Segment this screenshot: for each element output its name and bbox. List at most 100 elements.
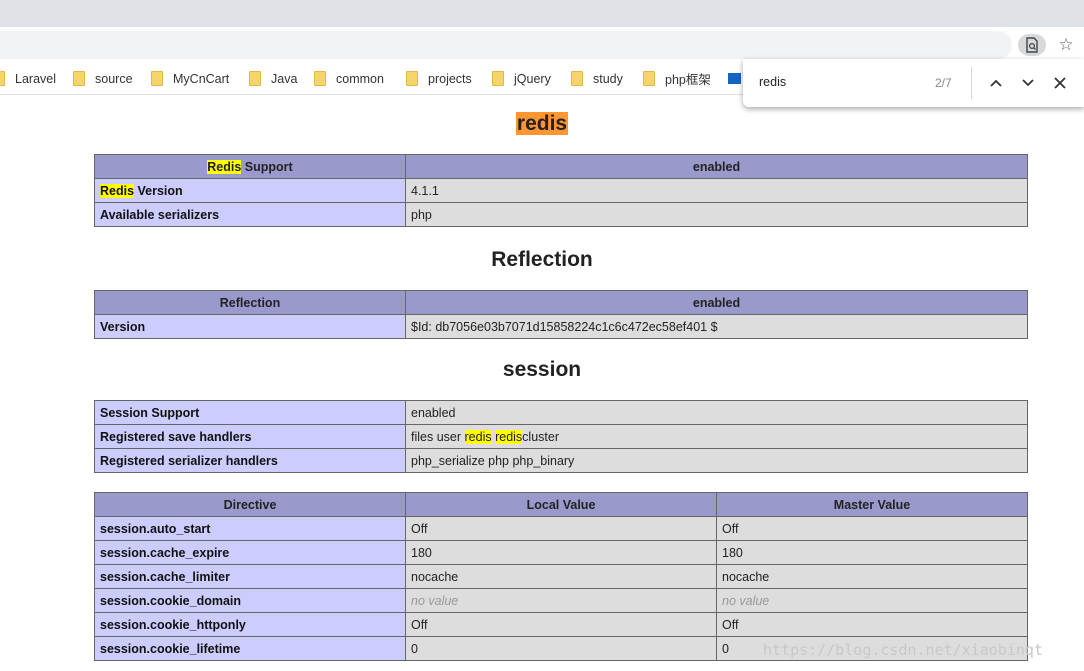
site-icon: [728, 73, 741, 84]
local-value: no value: [405, 588, 717, 613]
master-value: no value: [716, 588, 1028, 613]
value-text: files user: [411, 429, 465, 444]
row-value: enabled: [405, 400, 1028, 425]
row-label: Registered save handlers: [94, 424, 406, 449]
close-icon: [1054, 77, 1066, 89]
master-value: 180: [716, 540, 1028, 565]
directive-name: session.cookie_httponly: [94, 612, 406, 637]
chevron-down-icon: [1022, 79, 1034, 87]
bookmark-study[interactable]: study: [571, 63, 623, 94]
directive-name: session.cache_limiter: [94, 564, 406, 589]
header-text: Support: [241, 159, 293, 174]
browser-tabstrip: [0, 0, 1084, 27]
bookmark-label: php框架: [665, 73, 711, 87]
local-value: Off: [405, 516, 717, 541]
local-value: 180: [405, 540, 717, 565]
row-label: Available serializers: [94, 202, 406, 227]
bookmark-label: Laravel: [15, 71, 56, 86]
folder-icon: [571, 71, 583, 86]
table-row: session.cache_expire 180 180: [94, 540, 1028, 565]
bookmark-label: common: [336, 71, 384, 86]
value-text: cluster: [522, 429, 559, 444]
directive-name: session.cache_expire: [94, 540, 406, 565]
section-title-session: session: [502, 358, 582, 381]
session-directives-table: Directive Local Value Master Value sessi…: [94, 492, 1028, 661]
bookmark-label: source: [95, 71, 133, 86]
directive-name: session.auto_start: [94, 516, 406, 541]
find-input[interactable]: redis: [759, 75, 786, 89]
watermark: https://blog.csdn.net/xiaobinqt: [763, 641, 1043, 659]
address-bar: [0, 27, 1084, 63]
chevron-up-icon: [990, 79, 1002, 87]
directive-name: session.cookie_lifetime: [94, 636, 406, 661]
local-value: nocache: [405, 564, 717, 589]
directive-name: session.cookie_domain: [94, 588, 406, 613]
zoom-icon[interactable]: [1018, 34, 1046, 56]
find-close-button[interactable]: [1049, 72, 1071, 94]
folder-icon: [249, 71, 261, 86]
row-label: Session Support: [94, 400, 406, 425]
row-label: Redis Version: [94, 178, 406, 203]
bookmark-php-framework[interactable]: php框架: [643, 63, 711, 94]
row-value: files user redis rediscluster: [405, 424, 1028, 449]
bookmark-star-icon[interactable]: ☆: [1056, 34, 1076, 56]
bookmark-java[interactable]: Java: [249, 63, 297, 94]
find-next-button[interactable]: [1017, 72, 1039, 94]
table-row: session.auto_start Off Off: [94, 516, 1028, 541]
bookmark-label: study: [593, 71, 623, 86]
header-cell: Redis Support: [94, 154, 406, 179]
local-value: Off: [405, 612, 717, 637]
table-row: session.cookie_httponly Off Off: [94, 612, 1028, 637]
folder-icon: [314, 71, 326, 86]
page-search-icon: [1026, 37, 1038, 53]
bookmark-common[interactable]: common: [314, 63, 384, 94]
bookmark-mycncart[interactable]: MyCnCart: [151, 63, 229, 94]
header-cell: Directive: [94, 492, 406, 517]
folder-icon: [151, 71, 163, 86]
section-title-redis: redis: [0, 112, 1084, 136]
header-cell: Master Value: [716, 492, 1028, 517]
table-header-row: Directive Local Value Master Value: [94, 492, 1028, 517]
session-table: Session Support enabled Registered save …: [94, 400, 1028, 473]
row-value: php_serialize php php_binary: [405, 448, 1028, 473]
row-value: $Id: db7056e03b7071d15858224c1c6c472ec58…: [405, 314, 1028, 339]
no-value-text: no value: [411, 593, 459, 608]
row-label: Registered serializer handlers: [94, 448, 406, 473]
find-match: redis: [464, 429, 492, 444]
master-value: nocache: [716, 564, 1028, 589]
table-row: Registered save handlers files user redi…: [94, 424, 1028, 449]
table-row: Session Support enabled: [94, 400, 1028, 425]
header-cell: Local Value: [405, 492, 717, 517]
folder-icon: [406, 71, 418, 86]
table-row: Registered serializer handlers php_seria…: [94, 448, 1028, 473]
table-row: Available serializers php: [94, 202, 1028, 227]
folder-icon: [492, 71, 504, 86]
bookmark-source[interactable]: source: [73, 63, 133, 94]
bookmark-label: MyCnCart: [173, 71, 230, 86]
bookmark-label: projects: [428, 71, 472, 86]
row-label: Version: [94, 314, 406, 339]
url-field[interactable]: [0, 31, 1012, 59]
phpinfo-content: redis Redis Support enabled Redis Versio…: [0, 95, 1084, 671]
bookmark-label: jQuery: [514, 71, 551, 86]
section-title-reflection: Reflection: [491, 248, 593, 271]
header-cell: enabled: [405, 290, 1028, 315]
master-value: Off: [716, 612, 1028, 637]
bookmark-jquery[interactable]: jQuery: [492, 63, 551, 94]
bookmark-projects[interactable]: projects: [406, 63, 472, 94]
find-match: redis: [495, 429, 523, 444]
bookmark-laravel[interactable]: Laravel: [0, 63, 56, 94]
redis-table: Redis Support enabled Redis Version 4.1.…: [94, 154, 1028, 227]
table-header-row: Redis Support enabled: [94, 154, 1028, 179]
table-row: session.cache_limiter nocache nocache: [94, 564, 1028, 589]
folder-icon: [73, 71, 85, 86]
label-text: Version: [134, 183, 183, 198]
local-value: 0: [405, 636, 717, 661]
master-value: Off: [716, 516, 1028, 541]
find-match: Redis: [100, 183, 135, 198]
header-cell: enabled: [405, 154, 1028, 179]
table-row: session.cookie_domain no value no value: [94, 588, 1028, 613]
find-previous-button[interactable]: [985, 72, 1007, 94]
table-header-row: Reflection enabled: [94, 290, 1028, 315]
bookmark-label: Java: [271, 71, 298, 86]
